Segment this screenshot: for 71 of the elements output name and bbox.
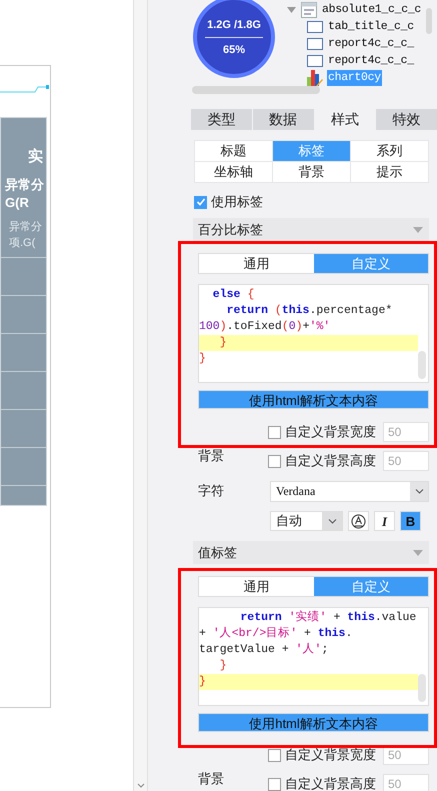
section-header[interactable]: 百分比标签 bbox=[193, 218, 429, 241]
section-header[interactable]: 值标签 bbox=[193, 541, 429, 564]
section-title: 值标签 bbox=[198, 544, 237, 562]
letter-a-circle-icon bbox=[351, 514, 366, 528]
tab[interactable]: 数据 bbox=[252, 109, 314, 130]
font-select[interactable]: Verdana bbox=[270, 480, 429, 502]
font-label: 字符 bbox=[198, 482, 225, 500]
checkbox[interactable] bbox=[268, 454, 281, 468]
checkbox[interactable] bbox=[268, 748, 281, 762]
tab[interactable]: 特效 bbox=[376, 109, 437, 130]
text-color-button[interactable] bbox=[348, 511, 369, 531]
html-parse-button[interactable]: 使用html解析文本内容 bbox=[198, 713, 429, 732]
code-editor[interactable]: else { return (this.percentage* 100).toFixed(0)+'%' } } bbox=[198, 284, 429, 383]
checkbox-label: 自定义背景高度 bbox=[285, 452, 377, 470]
frame-icon bbox=[307, 54, 323, 66]
use-label-label: 使用标签 bbox=[211, 193, 263, 212]
editor-scrollbar-thumb[interactable] bbox=[418, 674, 426, 702]
table-cell: 异常分 bbox=[9, 220, 42, 232]
tree-scrollbar-thumb[interactable] bbox=[426, 8, 432, 34]
expand-arrow-icon[interactable] bbox=[287, 6, 296, 12]
caret-down-icon[interactable] bbox=[413, 226, 423, 232]
memory-usage: 1.2G /1.8G bbox=[205, 18, 263, 38]
chevron-down-icon[interactable] bbox=[136, 783, 144, 789]
code-line: } bbox=[199, 351, 207, 367]
chevron-down-icon bbox=[414, 488, 424, 494]
code-line: 100).toFixed(0)+'%' bbox=[199, 319, 332, 335]
horizontal-scrollbar-thumb[interactable] bbox=[192, 86, 320, 94]
tree-item[interactable]: tab_title_c_c bbox=[327, 18, 415, 34]
italic-button[interactable]: I bbox=[374, 511, 395, 531]
table-cell-text: 实 bbox=[28, 147, 43, 167]
frame-icon bbox=[307, 20, 323, 32]
sub-tab[interactable]: 提示 bbox=[351, 162, 428, 182]
line-chart-drawing bbox=[0, 84, 50, 94]
sub-tab[interactable]: 标题 bbox=[195, 141, 272, 161]
chart-icon bbox=[307, 68, 323, 86]
background-label: 背景 bbox=[198, 770, 224, 788]
table-cell: 项.G( bbox=[9, 236, 36, 248]
tab[interactable]: 类型 bbox=[191, 109, 252, 130]
caret-down-icon[interactable] bbox=[413, 550, 423, 556]
sub-tab[interactable]: 系列 bbox=[351, 141, 428, 161]
checkbox[interactable] bbox=[268, 778, 281, 790]
bold-button[interactable]: B bbox=[400, 511, 421, 531]
code-line: return (this.percentage* bbox=[226, 303, 394, 319]
use-label-checkbox[interactable] bbox=[194, 196, 207, 208]
code-line: } bbox=[218, 658, 228, 674]
editor-scrollbar-thumb[interactable] bbox=[418, 351, 426, 379]
font-size-select[interactable]: 自动 bbox=[270, 511, 343, 531]
checkbox-label: 自定义背景宽度 bbox=[285, 423, 377, 442]
html-parse-button[interactable]: 使用html解析文本内容 bbox=[198, 390, 429, 409]
table-cell: 异常分 bbox=[5, 176, 44, 192]
frame-icon bbox=[307, 38, 323, 50]
code-line: return '实绩' + this.value bbox=[239, 610, 418, 626]
vertical-scrollbar[interactable] bbox=[133, 0, 148, 791]
code-editor[interactable]: return '实绩' + this.value + '人<br/>目标' + this. targetValue + '人'; } } bbox=[198, 607, 429, 706]
sub-tab[interactable]: 背景 bbox=[273, 162, 350, 182]
checkbox-label: 自定义背景宽度 bbox=[285, 746, 377, 764]
window-icon bbox=[301, 2, 317, 18]
section-title: 百分比标签 bbox=[198, 220, 263, 239]
code-line: + '人<br/>目标' + this. bbox=[199, 626, 354, 642]
tree-item[interactable]: absolute1_c_c_c bbox=[321, 2, 422, 18]
tree-item[interactable]: report4c_c_c_ bbox=[327, 36, 415, 52]
tree-item[interactable]: report4c_c_c_ bbox=[327, 52, 415, 68]
background-label: 背景 bbox=[198, 447, 224, 465]
memory-percent: 65% bbox=[222, 42, 246, 56]
checkbox-label: 自定义背景高度 bbox=[285, 775, 377, 791]
code-line: else { bbox=[212, 287, 256, 303]
chevron-down-icon bbox=[328, 518, 336, 524]
code-line: targetValue + '人'; bbox=[199, 642, 330, 658]
sub-tab[interactable]: 坐标轴 bbox=[195, 162, 272, 182]
checkbox[interactable] bbox=[268, 426, 281, 438]
table-cell: G(R bbox=[5, 194, 29, 210]
